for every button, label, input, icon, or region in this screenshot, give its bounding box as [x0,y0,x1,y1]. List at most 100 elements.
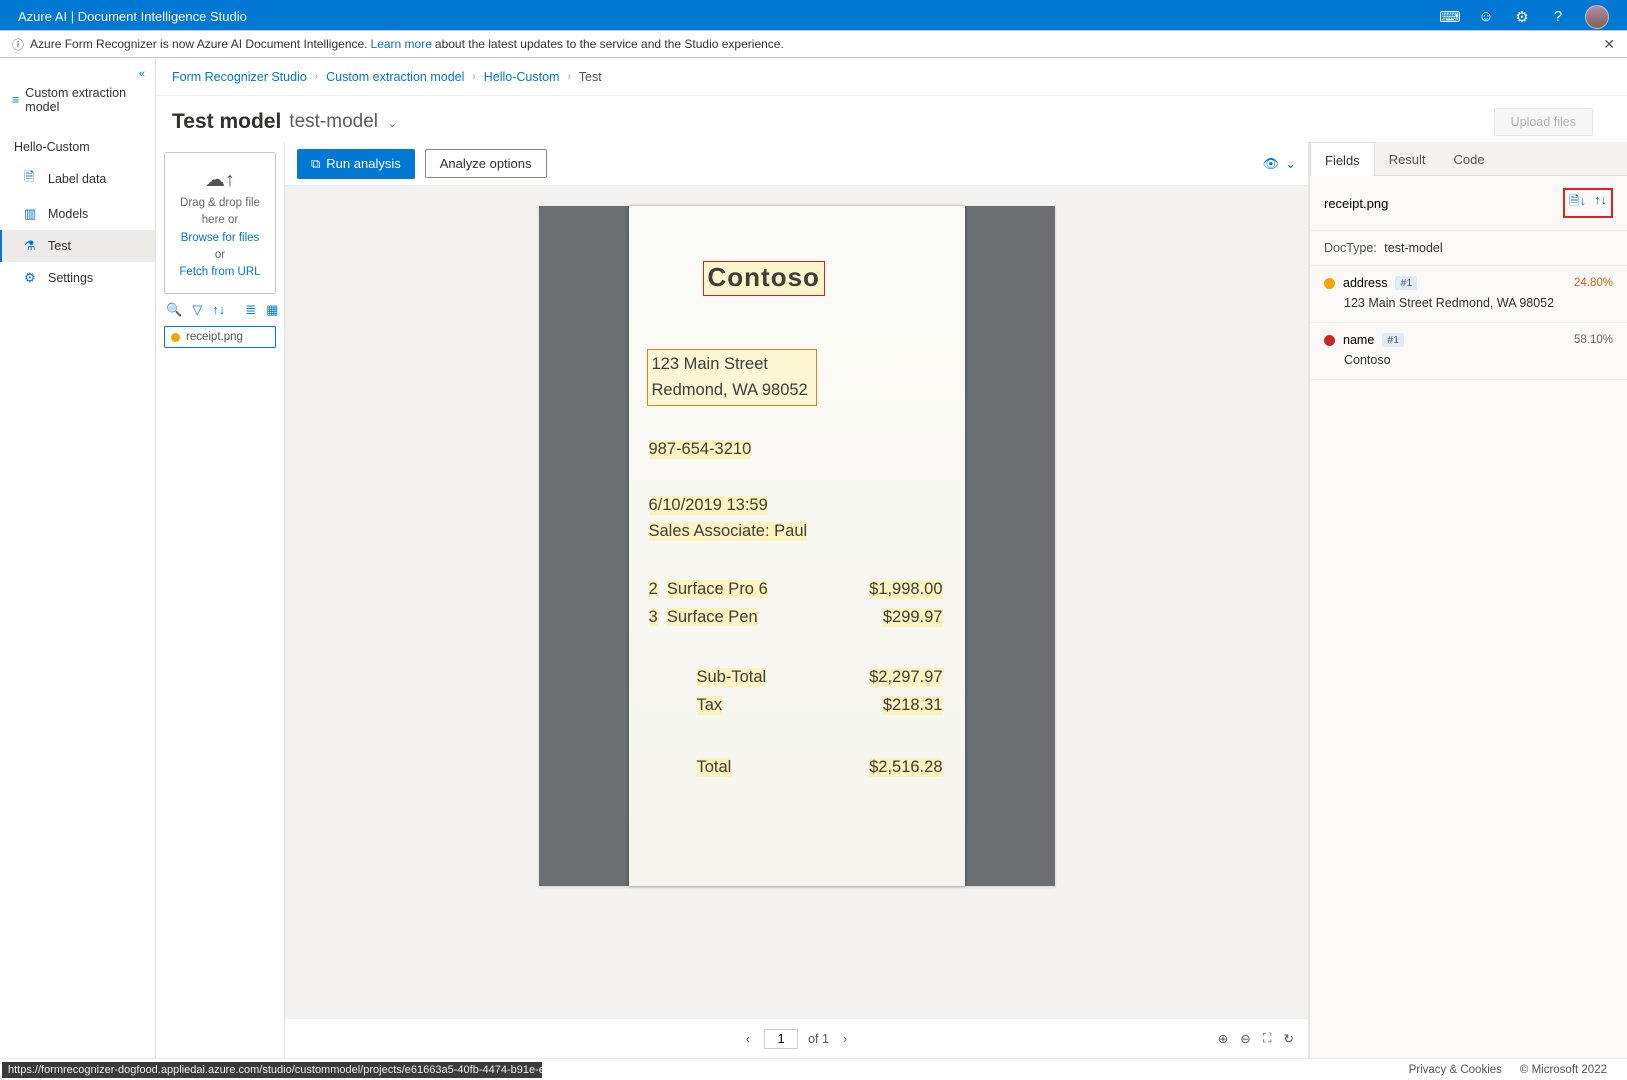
download-results-icon[interactable]: 🗎↓ [1569,192,1586,214]
field-address[interactable]: address #1 24.80% 123 Main Street Redmon… [1310,266,1627,323]
sidebar-section-title: ≡ Custom extraction model [0,80,155,120]
content: Form Recognizer Studio › Custom extractio… [156,58,1627,1058]
ocr-phone: 987-654-3210 [649,440,752,459]
copyright: © Microsoft 2022 [1520,1064,1607,1076]
canvas-toolbar: ⧉ Run analysis Analyze options 👁 ⌄ [285,142,1308,186]
page-title: Test model [172,110,281,134]
avatar[interactable] [1585,5,1609,29]
field-index-badge: #1 [1395,276,1417,290]
settings-nav-icon: ⚙ [24,270,38,286]
crumb-project[interactable]: Hello-Custom [484,70,560,84]
breadcrumb: Form Recognizer Studio› Custom extractio… [156,58,1627,96]
crumb-current: Test [579,70,602,84]
results-actions: 🗎↓ ↑↓ [1563,188,1613,218]
zoom-controls: ⊕ ⊖ ⛶ ↻ [1218,1031,1294,1046]
notice-learn-more-link[interactable]: Learn more [371,37,432,51]
sidebar-item-settings[interactable]: ⚙ Settings [0,262,155,294]
rotate-icon[interactable]: ↻ [1284,1031,1294,1046]
page-header: Test model test-model ⌄ Upload files [156,96,1627,142]
crumb-model-type[interactable]: Custom extraction model [326,70,464,84]
analyze-options-button[interactable]: Analyze options [425,149,547,178]
keyboard-icon[interactable]: ⌨ [1441,8,1459,26]
results-file-row: receipt.png 🗎↓ ↑↓ [1310,176,1627,231]
model-selector[interactable]: test-model ⌄ [289,111,397,133]
sidebar-item-label-data[interactable]: 🗎 Label data [0,160,155,198]
upload-files-button: Upload files [1494,108,1593,136]
doctype-row: DocType: test-model [1310,231,1627,266]
highlight-address: 123 Main Street Redmond, WA 98052 [647,349,817,406]
highlight-name: Contoso [703,261,825,296]
file-item[interactable]: receipt.png [164,326,276,348]
field-value: 123 Main Street Redmond, WA 98052 [1324,290,1613,312]
document-image: Contoso 123 Main Street Redmond, WA 9805… [539,206,1055,886]
field-color-dot-icon [1324,278,1335,289]
close-icon[interactable]: ✕ [1603,36,1615,53]
canvas-area: ⧉ Run analysis Analyze options 👁 ⌄ Conto… [284,142,1309,1058]
notice-bar: ⓘ Azure Form Recognizer is now Azure AI … [0,30,1627,58]
label-data-icon: 🗎 [24,168,38,190]
run-analysis-button[interactable]: ⧉ Run analysis [297,149,415,179]
field-name: name [1343,333,1374,347]
feedback-icon[interactable]: ☺ [1477,8,1495,26]
results-panel: Fields Result Code receipt.png 🗎↓ ↑↓ Doc… [1309,142,1627,1058]
info-icon: ⓘ [12,36,24,53]
help-icon[interactable]: ? [1549,8,1567,26]
canvas-footer: ‹ of 1 › ⊕ ⊖ ⛶ ↻ [285,1018,1308,1058]
results-tabs: Fields Result Code [1310,142,1627,176]
sort-icon[interactable]: ↑↓ [212,302,225,318]
next-page-icon[interactable]: › [839,1032,851,1046]
file-panel: ☁↑ Drag & drop file here or Browse for f… [156,142,284,1058]
sort-results-icon[interactable]: ↑↓ [1594,192,1607,214]
fit-icon[interactable]: ⛶ [1263,1031,1272,1046]
layer-visibility-control[interactable]: 👁 ⌄ [1263,156,1296,172]
field-confidence: 24.80% [1574,277,1613,289]
upload-cloud-icon: ☁↑ [171,165,269,195]
model-type-icon: ≡ [12,93,19,107]
file-tools: 🔍 ▽ ↑↓ ≣ ▦ [164,294,276,326]
ocr-associate: Sales Associate: Paul [649,522,808,541]
app-title: Azure AI | Document Intelligence Studio [18,9,1441,24]
tab-result[interactable]: Result [1375,142,1440,175]
grid-view-icon[interactable]: ▦ [266,302,278,318]
dropzone[interactable]: ☁↑ Drag & drop file here or Browse for f… [164,152,276,294]
eye-icon: 👁 [1263,156,1280,172]
chevron-down-icon: ⌄ [387,116,397,130]
chevron-down-icon: ⌄ [1285,156,1296,172]
list-view-icon[interactable]: ≣ [245,302,256,318]
results-file-name: receipt.png [1324,196,1388,211]
zoom-out-icon[interactable]: ⊖ [1240,1031,1250,1046]
test-icon: ⚗ [24,238,38,254]
settings-icon[interactable]: ⚙ [1513,8,1531,26]
sidebar-item-models[interactable]: ▥ Models [0,198,155,230]
collapse-sidebar-icon[interactable]: « [0,68,155,80]
page-input[interactable] [764,1029,798,1049]
ocr-datetime: 6/10/2019 13:59 [649,496,768,515]
crumb-studio[interactable]: Form Recognizer Studio [172,70,307,84]
status-bar-url: https://formrecognizer-dogfood.appliedai… [2,1062,542,1078]
field-value: Contoso [1324,347,1613,369]
models-icon: ▥ [24,206,38,222]
file-status-dot-icon [171,333,180,342]
field-name-field[interactable]: name #1 58.10% Contoso [1310,323,1627,380]
sidebar: « ≡ Custom extraction model Hello-Custom… [0,58,156,1058]
notice-text-pre: Azure Form Recognizer is now Azure AI Do… [30,37,368,51]
privacy-link[interactable]: Privacy & Cookies [1409,1064,1502,1076]
field-index-badge: #1 [1382,333,1404,347]
zoom-in-icon[interactable]: ⊕ [1218,1031,1228,1046]
project-name: Hello-Custom [0,130,155,160]
tab-fields[interactable]: Fields [1310,142,1375,176]
field-confidence: 58.10% [1574,334,1613,346]
page-of-label: of 1 [808,1032,829,1046]
field-color-dot-icon [1324,335,1335,346]
fetch-url-link[interactable]: Fetch from URL [171,264,269,281]
field-name: address [1343,276,1387,290]
sidebar-item-test[interactable]: ⚗ Test [0,230,155,262]
doctype-value: test-model [1384,241,1442,255]
notice-text-post: about the latest updates to the service … [435,37,784,51]
browse-files-link[interactable]: Browse for files [171,230,269,247]
tab-code[interactable]: Code [1440,142,1499,175]
search-icon[interactable]: 🔍 [166,302,182,318]
prev-page-icon[interactable]: ‹ [742,1032,754,1046]
document-viewer[interactable]: Contoso 123 Main Street Redmond, WA 9805… [285,186,1308,1018]
filter-icon[interactable]: ▽ [192,302,202,318]
